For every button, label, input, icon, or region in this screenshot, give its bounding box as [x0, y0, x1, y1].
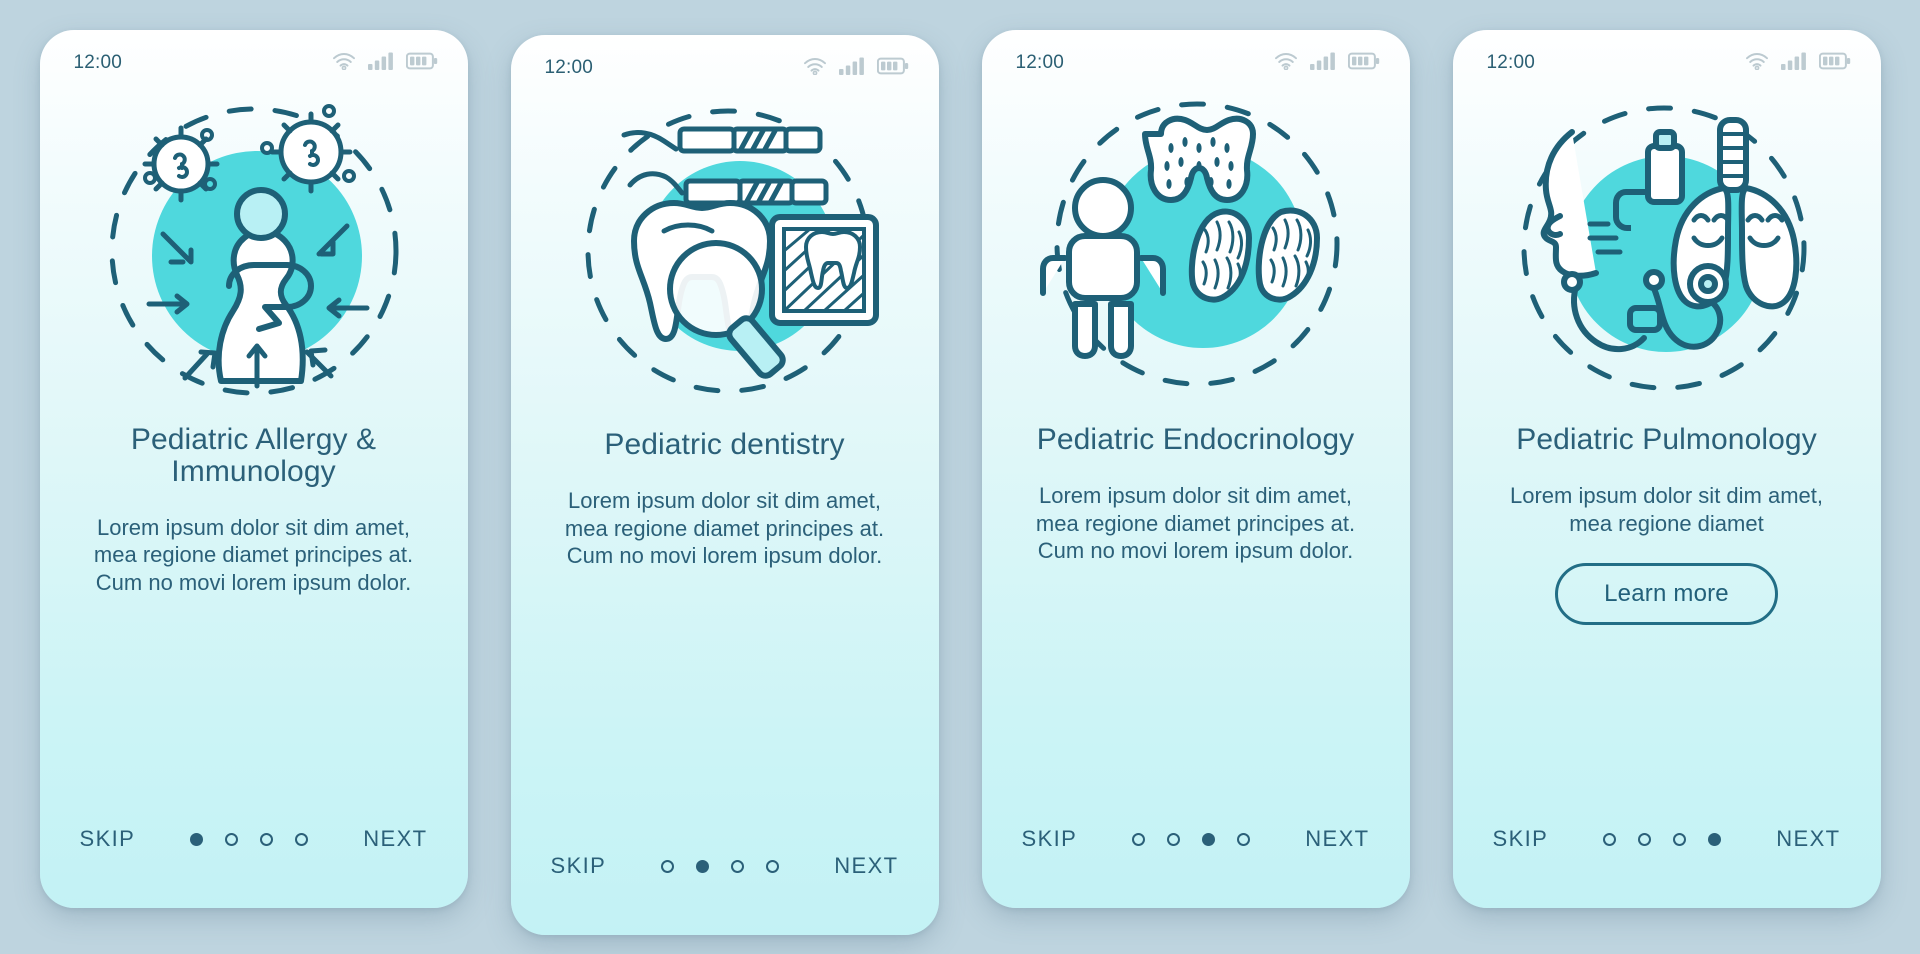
pagination-dots: [661, 859, 780, 873]
pagination-dot-3[interactable]: [260, 832, 274, 846]
pagination-dot-1[interactable]: [1603, 832, 1617, 846]
next-button[interactable]: NEXT: [834, 853, 898, 879]
pagination-dot-4[interactable]: [766, 859, 780, 873]
skip-button[interactable]: SKIP: [1022, 826, 1078, 852]
pagination-dot-1[interactable]: [190, 832, 204, 846]
signal-icon: [838, 57, 865, 75]
battery-icon: [876, 57, 909, 75]
status-bar: 12:00: [982, 30, 1410, 92]
status-bar: 12:00: [1453, 30, 1881, 92]
onboarding-screen-pediatric-allergy-immunology: 12:00 Pediatric Allergy & Immunology Lor…: [39, 30, 468, 908]
screen-text-block: Pediatric Endocrinology Lorem ipsum dolo…: [982, 396, 1410, 770]
wifi-icon: [1745, 52, 1769, 70]
page-description: Lorem ipsum dolor sit dim amet, mea regi…: [93, 514, 414, 596]
allergy-virus-child-illustration: [40, 96, 468, 396]
page-description: Lorem ipsum dolor sit dim amet, mea regi…: [1035, 482, 1356, 564]
pagination-dot-1[interactable]: [1132, 832, 1146, 846]
status-bar-icons: [1274, 52, 1380, 70]
status-bar-clock: 12:00: [1015, 52, 1065, 73]
pagination-dot-4[interactable]: [1237, 832, 1251, 846]
endocrinology-thyroid-child-illustration: [982, 96, 1410, 396]
status-bar: 12:00: [40, 30, 468, 92]
battery-icon: [405, 52, 438, 70]
pagination-dot-3[interactable]: [731, 859, 745, 873]
onboarding-screen-pediatric-pulmonology: 12:00 Pediatric Pulmonology Lorem ipsum …: [1452, 30, 1881, 908]
page-description: Lorem ipsum dolor sit dim amet, mea regi…: [564, 487, 885, 569]
pagination-dots: [1603, 832, 1722, 846]
wifi-icon: [1274, 52, 1298, 70]
pagination-dot-4[interactable]: [295, 832, 309, 846]
status-bar-clock: 12:00: [1486, 52, 1536, 73]
onboarding-footer: SKIP NEXT: [982, 770, 1410, 908]
page-title: Pediatric Endocrinology: [1036, 423, 1355, 456]
pagination-dot-4[interactable]: [1708, 832, 1722, 846]
status-bar-icons: [1745, 52, 1851, 70]
screen-text-block: Pediatric Allergy & Immunology Lorem ips…: [40, 396, 468, 770]
signal-icon: [1309, 52, 1336, 70]
onboarding-footer: SKIP NEXT: [511, 797, 939, 935]
page-title: Pediatric Pulmonology: [1516, 423, 1817, 456]
status-bar-clock: 12:00: [73, 52, 123, 73]
pagination-dots: [1132, 832, 1251, 846]
page-title: Pediatric dentistry: [604, 428, 845, 461]
screen-text-block: Pediatric dentistry Lorem ipsum dolor si…: [511, 401, 939, 797]
battery-icon: [1818, 52, 1851, 70]
skip-button[interactable]: SKIP: [551, 853, 607, 879]
pagination-dot-1[interactable]: [661, 859, 675, 873]
pagination-dot-3[interactable]: [1673, 832, 1687, 846]
next-button[interactable]: NEXT: [1305, 826, 1369, 852]
onboarding-footer: SKIP NEXT: [1453, 770, 1881, 908]
screen-text-block: Pediatric Pulmonology Lorem ipsum dolor …: [1453, 396, 1881, 770]
pagination-dot-2[interactable]: [225, 832, 239, 846]
status-bar-clock: 12:00: [544, 57, 594, 78]
dentistry-tooth-tools-xray-illustration: [511, 101, 939, 401]
status-bar-icons: [803, 57, 909, 75]
skip-button[interactable]: SKIP: [1493, 826, 1549, 852]
page-description: Lorem ipsum dolor sit dim amet, mea regi…: [1510, 482, 1823, 536]
pagination-dot-2[interactable]: [1167, 832, 1181, 846]
learn-more-button[interactable]: Learn more: [1555, 563, 1778, 626]
pagination-dots: [190, 832, 309, 846]
signal-icon: [367, 52, 394, 70]
page-title: Pediatric Allergy & Immunology: [130, 423, 377, 488]
battery-icon: [1347, 52, 1380, 70]
pagination-dot-3[interactable]: [1202, 832, 1216, 846]
signal-icon: [1780, 52, 1807, 70]
status-bar-icons: [332, 52, 438, 70]
onboarding-footer: SKIP NEXT: [40, 770, 468, 908]
onboarding-screens-stage: 12:00 Pediatric Allergy & Immunology Lor…: [0, 0, 1920, 954]
next-button[interactable]: NEXT: [1776, 826, 1840, 852]
onboarding-screen-pediatric-endocrinology: 12:00 Pediatric Endocrinology Lorem ipsu…: [981, 30, 1410, 908]
next-button[interactable]: NEXT: [363, 826, 427, 852]
pulmonology-lungs-inhaler-stethoscope-illustration: [1453, 96, 1881, 396]
status-bar: 12:00: [511, 35, 939, 97]
wifi-icon: [803, 57, 827, 75]
pagination-dot-2[interactable]: [1638, 832, 1652, 846]
onboarding-screen-pediatric-dentistry: 12:00 Pediatric dentistry Lorem ipsum do…: [510, 35, 939, 935]
skip-button[interactable]: SKIP: [80, 826, 136, 852]
wifi-icon: [332, 52, 356, 70]
pagination-dot-2[interactable]: [696, 859, 710, 873]
